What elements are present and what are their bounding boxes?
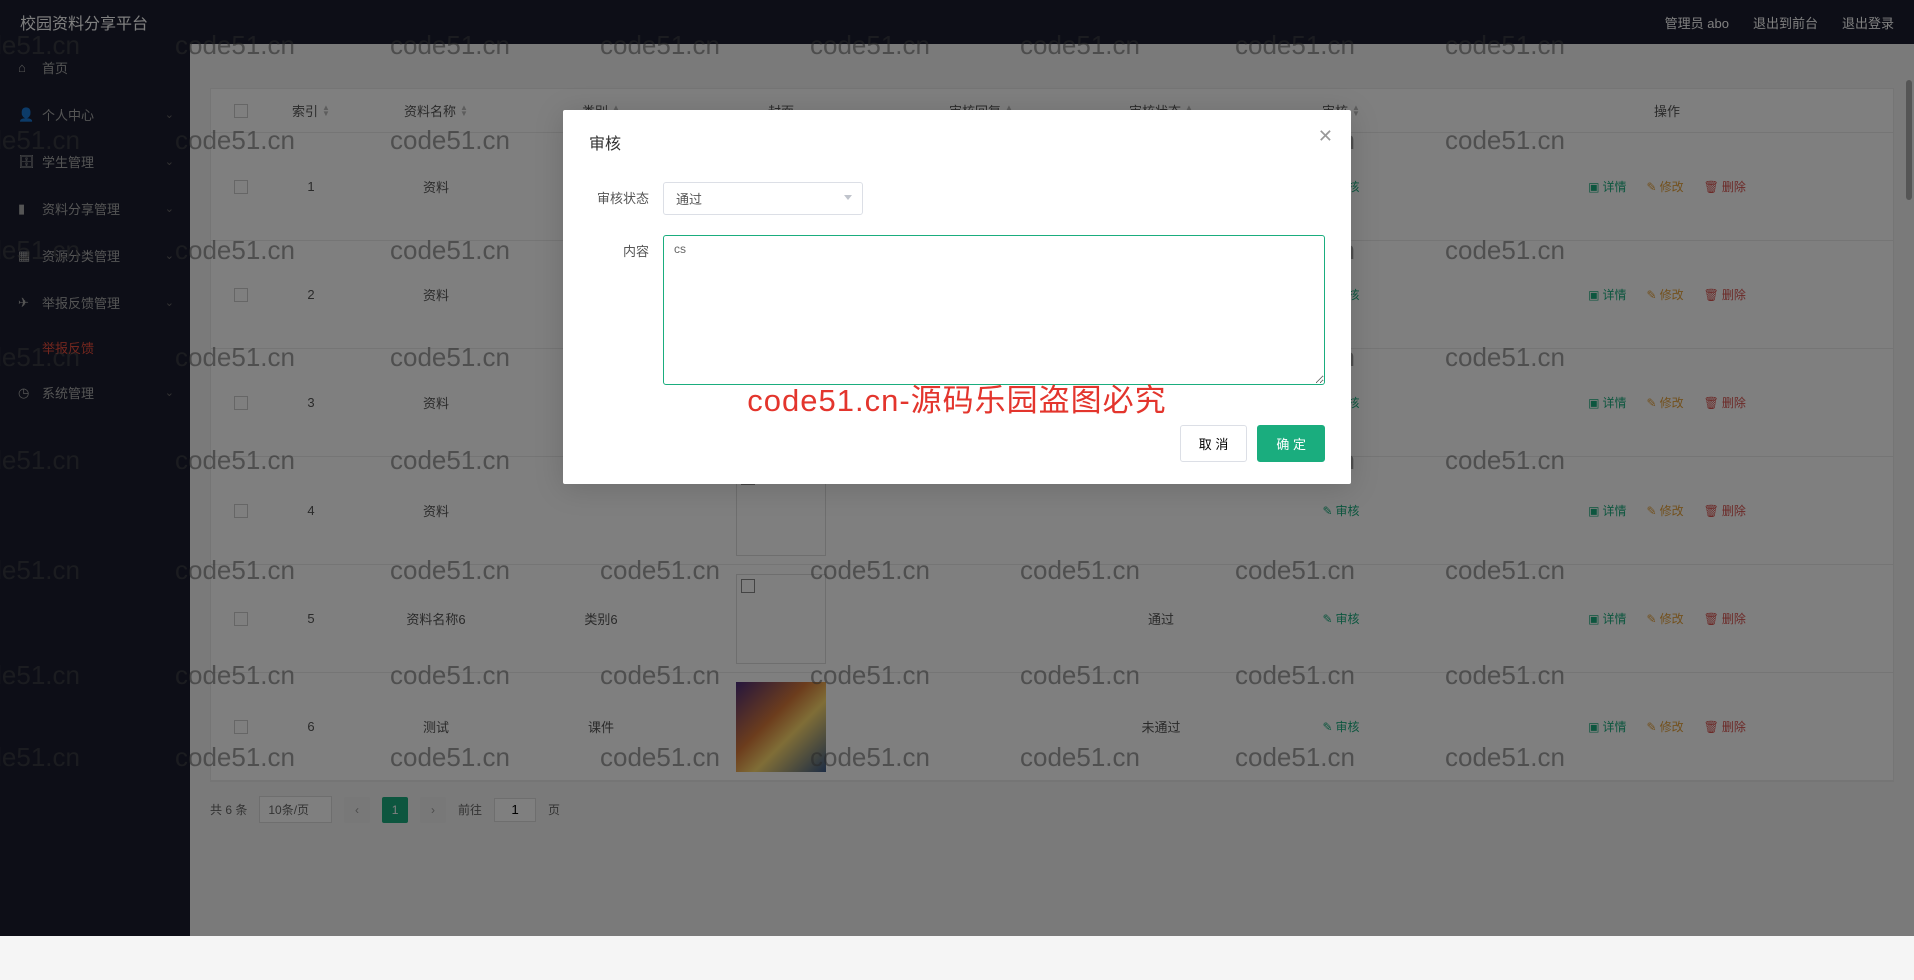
modal-title: 审核 xyxy=(589,130,1325,154)
modal-actions: 取 消 确 定 xyxy=(589,425,1325,462)
confirm-button[interactable]: 确 定 xyxy=(1257,425,1325,462)
content-label: 内容 xyxy=(589,235,663,260)
status-select[interactable]: 通过 xyxy=(663,182,863,215)
status-label: 审核状态 xyxy=(589,182,663,207)
cancel-button[interactable]: 取 消 xyxy=(1180,425,1248,462)
modal-close-button[interactable]: ✕ xyxy=(1318,126,1333,147)
content-textarea[interactable] xyxy=(663,235,1325,385)
form-row-content: 内容 xyxy=(589,235,1325,385)
audit-modal: 审核 ✕ 审核状态 通过 内容 取 消 确 定 xyxy=(563,110,1351,484)
form-row-status: 审核状态 通过 xyxy=(589,182,1325,215)
